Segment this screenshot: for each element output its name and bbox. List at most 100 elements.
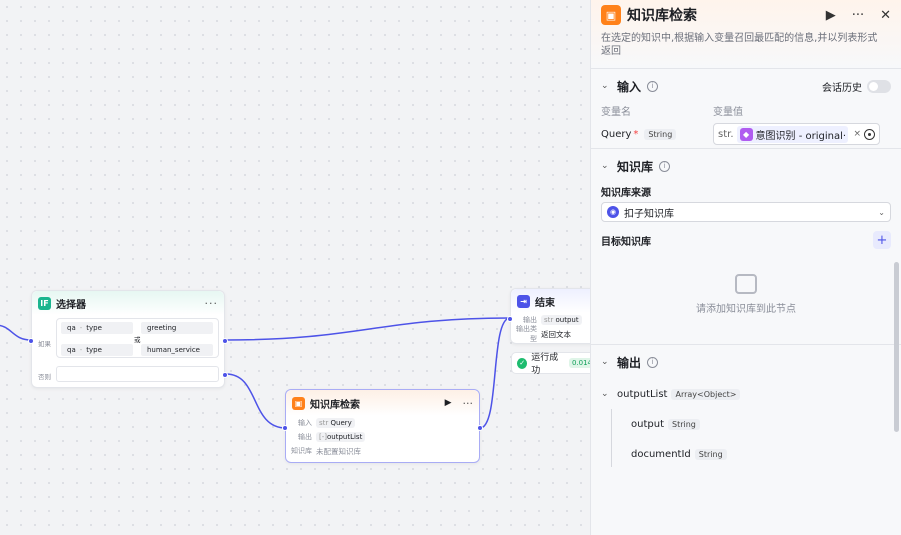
- output-child-name: output: [631, 418, 664, 430]
- condition-field: type: [86, 324, 102, 332]
- end-output-type: str: [544, 316, 554, 324]
- chevron-down-icon[interactable]: ⌄: [601, 389, 611, 399]
- condition-left-1[interactable]: qa - type: [61, 322, 133, 334]
- selector-if-port[interactable]: [222, 338, 228, 344]
- edge-into-selector: [0, 324, 32, 341]
- info-icon[interactable]: i: [659, 160, 671, 172]
- else-branch[interactable]: [56, 366, 219, 382]
- more-icon[interactable]: ···: [205, 297, 219, 310]
- output-root-row: ⌄ outputList Array<Object>: [601, 379, 891, 409]
- var-name: Query: [601, 128, 632, 140]
- selector-input-port[interactable]: [28, 338, 34, 344]
- condition-row-2[interactable]: qa - type human_service: [61, 344, 216, 356]
- if-icon: IF: [38, 296, 51, 310]
- coze-icon: ◉: [607, 206, 619, 218]
- empty-box-icon: [735, 273, 757, 294]
- run-status-badge[interactable]: ✓ 运行成功 0.014: [511, 352, 601, 376]
- run-icon[interactable]: ▶: [826, 8, 836, 23]
- run-icon[interactable]: ▶: [445, 398, 452, 408]
- kb-empty-text: 请添加知识库到此节点: [696, 303, 796, 315]
- end-output-value: output: [555, 316, 579, 324]
- target-icon[interactable]: [864, 128, 875, 140]
- condition-field: type: [86, 346, 102, 354]
- chevron-down-icon[interactable]: ⌄: [601, 161, 611, 171]
- output-root-type: Array<Object>: [671, 388, 741, 400]
- chevron-down-icon: ⌄: [878, 207, 885, 217]
- value-prefix: str.: [718, 128, 734, 140]
- input-tag: str Query: [316, 418, 355, 428]
- input-section: ⌄ 输入 i 会话历史 变量名 变量值 Query * String str. …: [591, 68, 901, 148]
- tree-line: [611, 409, 612, 467]
- or-label: 或: [134, 336, 141, 344]
- more-icon[interactable]: ···: [463, 397, 474, 410]
- history-switch[interactable]: [867, 79, 891, 93]
- kb-input-port[interactable]: [282, 425, 288, 431]
- selector-else-port[interactable]: [222, 372, 228, 378]
- var-value-field[interactable]: str. ◆ 意图识别 - original··· ×: [713, 123, 880, 145]
- output-child-row: documentId String: [601, 439, 891, 469]
- kb-source-select[interactable]: ◉ 扣子知识库 ⌄: [601, 202, 891, 222]
- panel-title: 知识库检索: [627, 8, 697, 24]
- required-mark: *: [633, 128, 639, 140]
- input-type: str: [319, 419, 329, 427]
- input-value: Query: [330, 419, 352, 427]
- kb-icon: ▣: [292, 396, 305, 410]
- end-node[interactable]: ⇥ 结束 输出 str output 输出类型 返回文本: [507, 288, 600, 344]
- kb-output-port[interactable]: [477, 425, 483, 431]
- end-node-header: ⇥ 结束: [511, 289, 599, 313]
- input-var-row: Query * String str. ◆ 意图识别 - original···…: [601, 121, 891, 147]
- condition-var: qa: [67, 346, 76, 354]
- output-section: ⌄ 输出 i ⌄ outputList Array<Object> output…: [591, 344, 901, 494]
- output-child-row: output String: [601, 409, 891, 439]
- chevron-down-icon[interactable]: ⌄: [601, 357, 611, 367]
- condition-row-1[interactable]: qa - type greeting: [61, 322, 216, 334]
- output-child-type: String: [667, 418, 700, 430]
- end-kind-value: 返回文本: [541, 329, 571, 339]
- condition-value-1[interactable]: greeting: [141, 322, 213, 334]
- ref-chip[interactable]: ◆ 意图识别 - original···: [736, 125, 849, 143]
- kb-node-title: 知识库检索: [310, 399, 360, 411]
- panel-description: 在选定的知识中,根据输入变量召回最匹配的信息,并以列表形式返回: [601, 33, 878, 57]
- selector-node-header: IF 选择器 ···: [32, 291, 224, 315]
- panel-scrollbar[interactable]: [894, 262, 899, 432]
- chevron-down-icon[interactable]: ⌄: [601, 81, 611, 91]
- condition-left-2[interactable]: qa - type: [61, 344, 133, 356]
- end-output-tag: str output: [541, 315, 582, 325]
- condition-group[interactable]: qa - type greeting 或 qa - type human_ser…: [56, 318, 219, 358]
- history-toggle[interactable]: 会话历史: [822, 79, 891, 94]
- ref-text: 意图识别 - original···: [755, 130, 846, 142]
- kb-node-output-row: 输出 [-]outputList: [286, 430, 479, 444]
- condition-value-2[interactable]: human_service: [141, 344, 213, 356]
- selector-node[interactable]: IF 选择器 ··· 如果 qa - type greeting 或 qa - …: [28, 290, 228, 388]
- kb-target-label: 目标知识库: [601, 236, 651, 248]
- end-kind-label: 输出类型: [516, 325, 537, 343]
- col-var-name: 变量名: [601, 107, 631, 118]
- info-icon[interactable]: i: [647, 80, 659, 92]
- info-icon[interactable]: i: [647, 356, 659, 368]
- add-kb-button[interactable]: +: [873, 231, 891, 249]
- output-value: outputList: [327, 433, 363, 441]
- selector-node-title: 选择器: [56, 299, 86, 311]
- output-child-type: String: [694, 448, 727, 460]
- more-icon[interactable]: ···: [852, 8, 864, 23]
- kb-source-label: 知识库来源: [601, 187, 651, 199]
- kb-icon: ▣: [601, 5, 621, 25]
- end-input-port[interactable]: [507, 316, 513, 322]
- kb-node-input-row: 输入 str Query: [286, 416, 479, 430]
- condition-var: qa: [67, 324, 76, 332]
- end-kind-row: 输出类型 返回文本: [511, 325, 599, 343]
- edge-kb-to-end: [479, 317, 511, 429]
- workflow-canvas[interactable]: IF 选择器 ··· 如果 qa - type greeting 或 qa - …: [0, 0, 601, 535]
- close-icon[interactable]: ✕: [880, 8, 891, 23]
- panel-header: ▣ 知识库检索 ▶ ··· ✕ 在选定的知识中,根据输入变量召回最匹配的信息,并…: [591, 0, 901, 68]
- kb-retrieval-node[interactable]: ▣ 知识库检索 ▶ ··· 输入 str Query 输出 [-]outputL…: [282, 389, 483, 463]
- output-type: [-]: [319, 433, 327, 441]
- var-type: String: [644, 128, 677, 140]
- col-var-value: 变量值: [713, 107, 743, 118]
- kb-label: 知识库: [291, 447, 312, 455]
- input-label: 输入: [298, 419, 312, 427]
- clear-icon[interactable]: ×: [853, 129, 861, 139]
- input-section-title: 输入: [617, 79, 642, 94]
- if-label: 如果: [38, 340, 51, 348]
- output-section-title: 输出: [617, 355, 642, 370]
